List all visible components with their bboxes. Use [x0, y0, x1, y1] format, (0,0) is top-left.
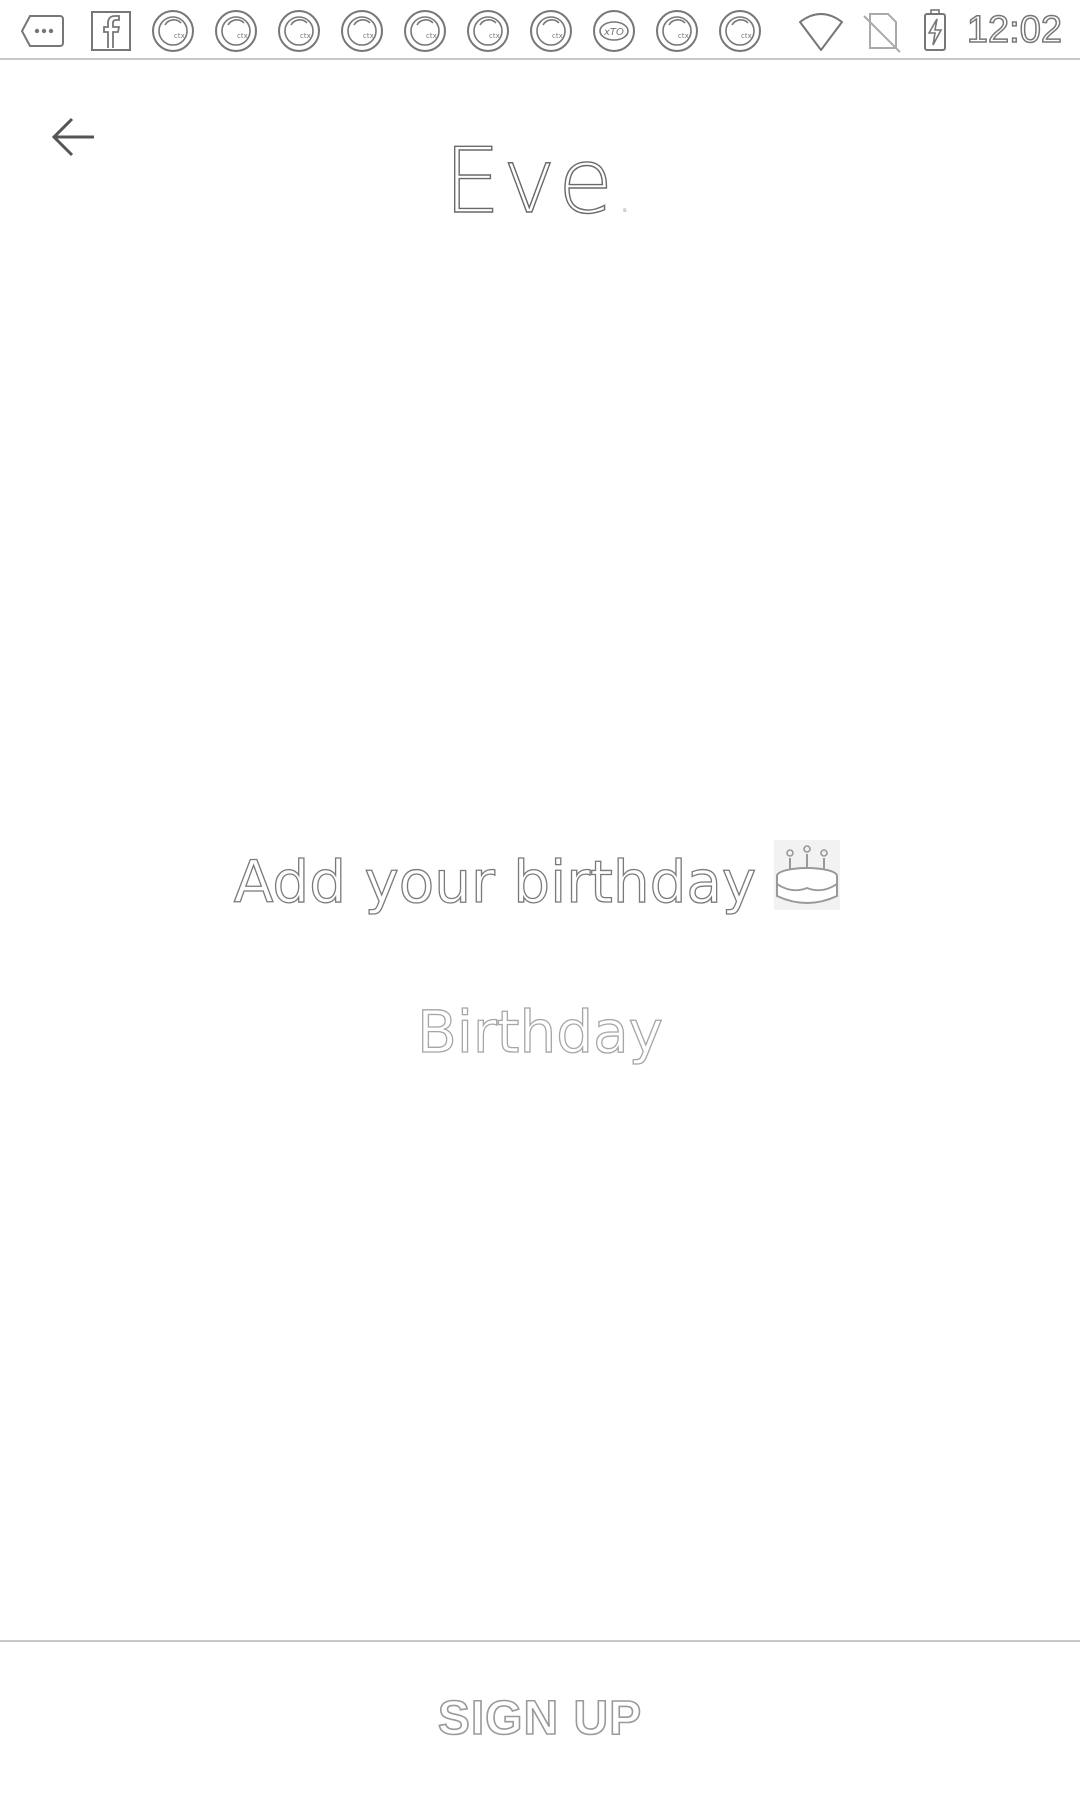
birthday-field[interactable] — [340, 990, 740, 1074]
no-sim-icon — [858, 8, 904, 54]
svg-text:ctx: ctx — [237, 32, 248, 40]
status-bar: ctx ctx ctx ctx ctx ctx ctx xTO ctx ctx — [0, 0, 1080, 60]
app-notification-icon: ctx — [465, 8, 511, 54]
app-notification-icon: ctx — [339, 8, 385, 54]
facebook-icon — [88, 8, 134, 54]
app-notification-icon-alt: xTO — [591, 8, 637, 54]
svg-text:ctx: ctx — [552, 32, 563, 40]
brand-dot: . — [615, 157, 637, 227]
svg-text:ctx: ctx — [678, 32, 689, 40]
brand-name: Eve — [443, 129, 616, 234]
app-notification-icon: ctx — [150, 8, 196, 54]
svg-text:ctx: ctx — [426, 32, 437, 40]
more-notifications-icon — [20, 8, 66, 54]
app-notification-icon: ctx — [654, 8, 700, 54]
wifi-icon — [798, 8, 844, 54]
app-notification-icon: ctx — [276, 8, 322, 54]
clock-time: 12:02 — [966, 9, 1063, 51]
brand-logo: Eve. — [0, 129, 1080, 242]
birthday-prompt: Add your birthday — [0, 836, 1080, 917]
app-notification-icon: ctx — [402, 8, 448, 54]
svg-text:ctx: ctx — [489, 32, 500, 40]
birthday-cake-icon — [768, 836, 846, 914]
svg-text:ctx: ctx — [174, 32, 185, 40]
app-notification-icon: ctx — [528, 8, 574, 54]
svg-text:xTO: xTO — [603, 27, 624, 38]
battery-charging-icon — [912, 8, 958, 54]
svg-text:ctx: ctx — [363, 32, 374, 40]
screen: ctx ctx ctx ctx ctx ctx ctx xTO ctx ctx — [0, 0, 1080, 1794]
app-notification-icon: ctx — [717, 8, 763, 54]
svg-text:ctx: ctx — [300, 32, 311, 40]
app-notification-icon: ctx — [213, 8, 259, 54]
svg-text:ctx: ctx — [741, 32, 752, 40]
sign-up-button[interactable]: SIGN UP — [0, 1642, 1080, 1794]
prompt-text: Add your birthday — [233, 847, 757, 916]
